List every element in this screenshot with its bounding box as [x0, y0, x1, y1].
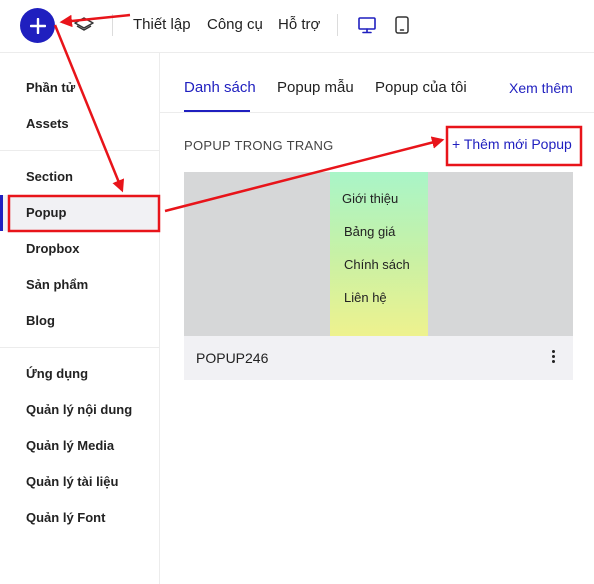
menu-help[interactable]: Hỗ trợ: [278, 16, 320, 33]
menu-settings[interactable]: Thiết lập: [133, 16, 191, 33]
top-toolbar: Thiết lập Công cụ Hỗ trợ: [0, 0, 594, 53]
sidebar-item-blog[interactable]: Blog: [0, 303, 159, 339]
more-options-icon[interactable]: [546, 348, 560, 366]
sidebar-item-font-manager[interactable]: Quản lý Font: [0, 500, 159, 536]
popup-menu-preview: Giới thiệu Bảng giá Chính sách Liên hệ: [330, 172, 428, 336]
sidebar: Phần tử Assets Section Popup Dropbox Sản…: [0, 53, 160, 584]
sidebar-item-assets[interactable]: Assets: [0, 106, 159, 142]
sidebar-item-products[interactable]: Sản phẩm: [0, 267, 159, 303]
plus-icon: [29, 17, 46, 34]
sidebar-item-dropbox[interactable]: Dropbox: [0, 231, 159, 267]
popup-name: POPUP246: [196, 350, 269, 366]
layers-icon[interactable]: [74, 17, 94, 35]
section-title: POPUP TRONG TRANG: [184, 138, 334, 153]
sidebar-item-elements[interactable]: Phần tử: [0, 70, 159, 106]
tab-list[interactable]: Danh sách: [184, 79, 256, 96]
toolbar-divider: [337, 14, 338, 36]
popup-menu-item: Liên hệ: [344, 290, 387, 305]
sidebar-item-content-manager[interactable]: Quản lý nội dung: [0, 392, 159, 428]
sidebar-divider: [0, 150, 159, 151]
tab-popup-templates[interactable]: Popup mẫu: [277, 79, 354, 96]
tabs-baseline: [160, 112, 594, 113]
sidebar-item-section[interactable]: Section: [0, 159, 159, 195]
add-element-button[interactable]: [20, 8, 55, 43]
sidebar-item-popup[interactable]: Popup: [0, 195, 159, 231]
add-popup-button[interactable]: + Thêm mới Popup: [452, 136, 572, 152]
toolbar-divider: [112, 14, 113, 36]
popup-menu-item: Chính sách: [344, 257, 410, 272]
popup-menu-item: Bảng giá: [344, 224, 396, 239]
tablet-icon[interactable]: [392, 15, 412, 35]
sidebar-item-apps[interactable]: Ứng dụng: [0, 356, 159, 392]
popup-card[interactable]: Giới thiệu Bảng giá Chính sách Liên hệ P…: [184, 172, 573, 380]
sidebar-item-media-manager[interactable]: Quản lý Media: [0, 428, 159, 464]
popup-menu-item: Giới thiệu: [342, 191, 399, 206]
sidebar-divider: [0, 347, 159, 348]
tab-my-popups[interactable]: Popup của tôi: [375, 79, 467, 96]
sidebar-item-document-manager[interactable]: Quản lý tài liệu: [0, 464, 159, 500]
menu-tools[interactable]: Công cụ: [207, 16, 263, 33]
active-tab-indicator: [184, 110, 250, 112]
see-more-link[interactable]: Xem thêm: [509, 80, 573, 96]
popup-preview[interactable]: Giới thiệu Bảng giá Chính sách Liên hệ: [184, 172, 573, 336]
desktop-icon[interactable]: [357, 15, 377, 35]
